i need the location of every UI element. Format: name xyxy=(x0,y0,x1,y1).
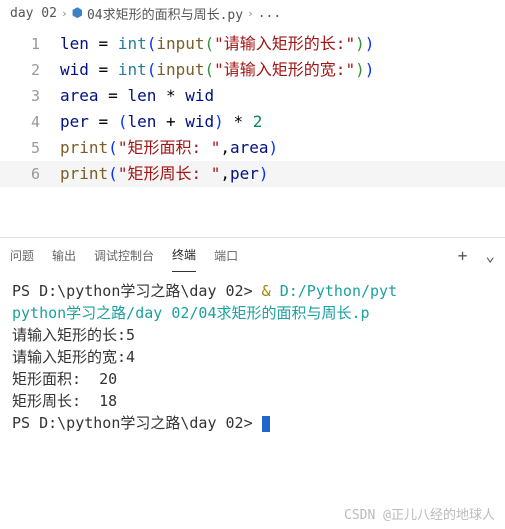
code-line[interactable]: 2wid = int(input("请输入矩形的宽:")) xyxy=(0,57,505,83)
panel-tabs: 问题 输出 调试控制台 终端 端口 + ⌄ xyxy=(0,238,505,272)
breadcrumb[interactable]: day 02 › ⬢ 04求矩形的面积与周长.py › ... xyxy=(0,0,505,27)
code-line[interactable]: 5print("矩形面积: ",area) xyxy=(0,135,505,161)
tab-debug-console[interactable]: 调试控制台 xyxy=(94,239,154,272)
code-content[interactable]: wid = int(input("请输入矩形的宽:")) xyxy=(60,57,374,83)
terminal-prompt: PS D:\python学习之路\day 02> xyxy=(12,282,262,300)
chevron-down-icon[interactable]: ⌄ xyxy=(485,246,495,265)
terminal-line: 请输入矩形的长:5 xyxy=(12,324,493,346)
new-terminal-button[interactable]: + xyxy=(458,246,468,265)
tab-terminal[interactable]: 终端 xyxy=(172,238,196,272)
breadcrumb-more[interactable]: ... xyxy=(258,6,281,21)
line-number: 1 xyxy=(0,31,60,57)
code-content[interactable]: print("矩形面积: ",area) xyxy=(60,135,278,161)
code-editor[interactable]: 1len = int(input("请输入矩形的长:"))2wid = int(… xyxy=(0,27,505,207)
tab-output[interactable]: 输出 xyxy=(52,239,76,272)
line-number: 5 xyxy=(0,135,60,161)
line-number: 2 xyxy=(0,57,60,83)
bottom-panel: 问题 输出 调试控制台 终端 端口 + ⌄ PS D:\python学习之路\d… xyxy=(0,237,505,442)
code-line[interactable]: 1len = int(input("请输入矩形的长:")) xyxy=(0,31,505,57)
code-line[interactable]: 6print("矩形周长: ",per) xyxy=(0,161,505,187)
code-content[interactable]: area = len * wid xyxy=(60,83,214,109)
breadcrumb-file[interactable]: 04求矩形的面积与周长.py xyxy=(87,4,243,23)
tab-problems[interactable]: 问题 xyxy=(10,239,34,272)
chevron-right-icon: › xyxy=(61,7,68,20)
terminal-prompt: PS D:\python学习之路\day 02> xyxy=(12,414,262,432)
terminal-path: python学习之路/day 02/04求矩形的面积与周长.p xyxy=(12,304,370,322)
terminal-output[interactable]: PS D:\python学习之路\day 02> & D:/Python/pyt… xyxy=(0,272,505,442)
python-file-icon: ⬢ xyxy=(72,6,83,21)
terminal-cmd: & xyxy=(262,282,280,300)
code-line[interactable]: 4per = (len + wid) * 2 xyxy=(0,109,505,135)
terminal-path: D:/Python/pyt xyxy=(280,282,397,300)
chevron-right-icon: › xyxy=(247,7,254,20)
code-line[interactable]: 3area = len * wid xyxy=(0,83,505,109)
terminal-cursor xyxy=(262,416,270,432)
line-number: 4 xyxy=(0,109,60,135)
terminal-line: 矩形周长: 18 xyxy=(12,390,493,412)
breadcrumb-folder[interactable]: day 02 xyxy=(10,6,57,21)
line-number: 3 xyxy=(0,83,60,109)
terminal-line: 请输入矩形的宽:4 xyxy=(12,346,493,368)
code-content[interactable]: len = int(input("请输入矩形的长:")) xyxy=(60,31,374,57)
tab-ports[interactable]: 端口 xyxy=(214,239,238,272)
line-number: 6 xyxy=(0,161,60,187)
code-content[interactable]: per = (len + wid) * 2 xyxy=(60,109,262,135)
code-content[interactable]: print("矩形周长: ",per) xyxy=(60,161,269,187)
terminal-line: 矩形面积: 20 xyxy=(12,368,493,390)
watermark: CSDN @正儿八经的地球人 xyxy=(344,504,495,523)
